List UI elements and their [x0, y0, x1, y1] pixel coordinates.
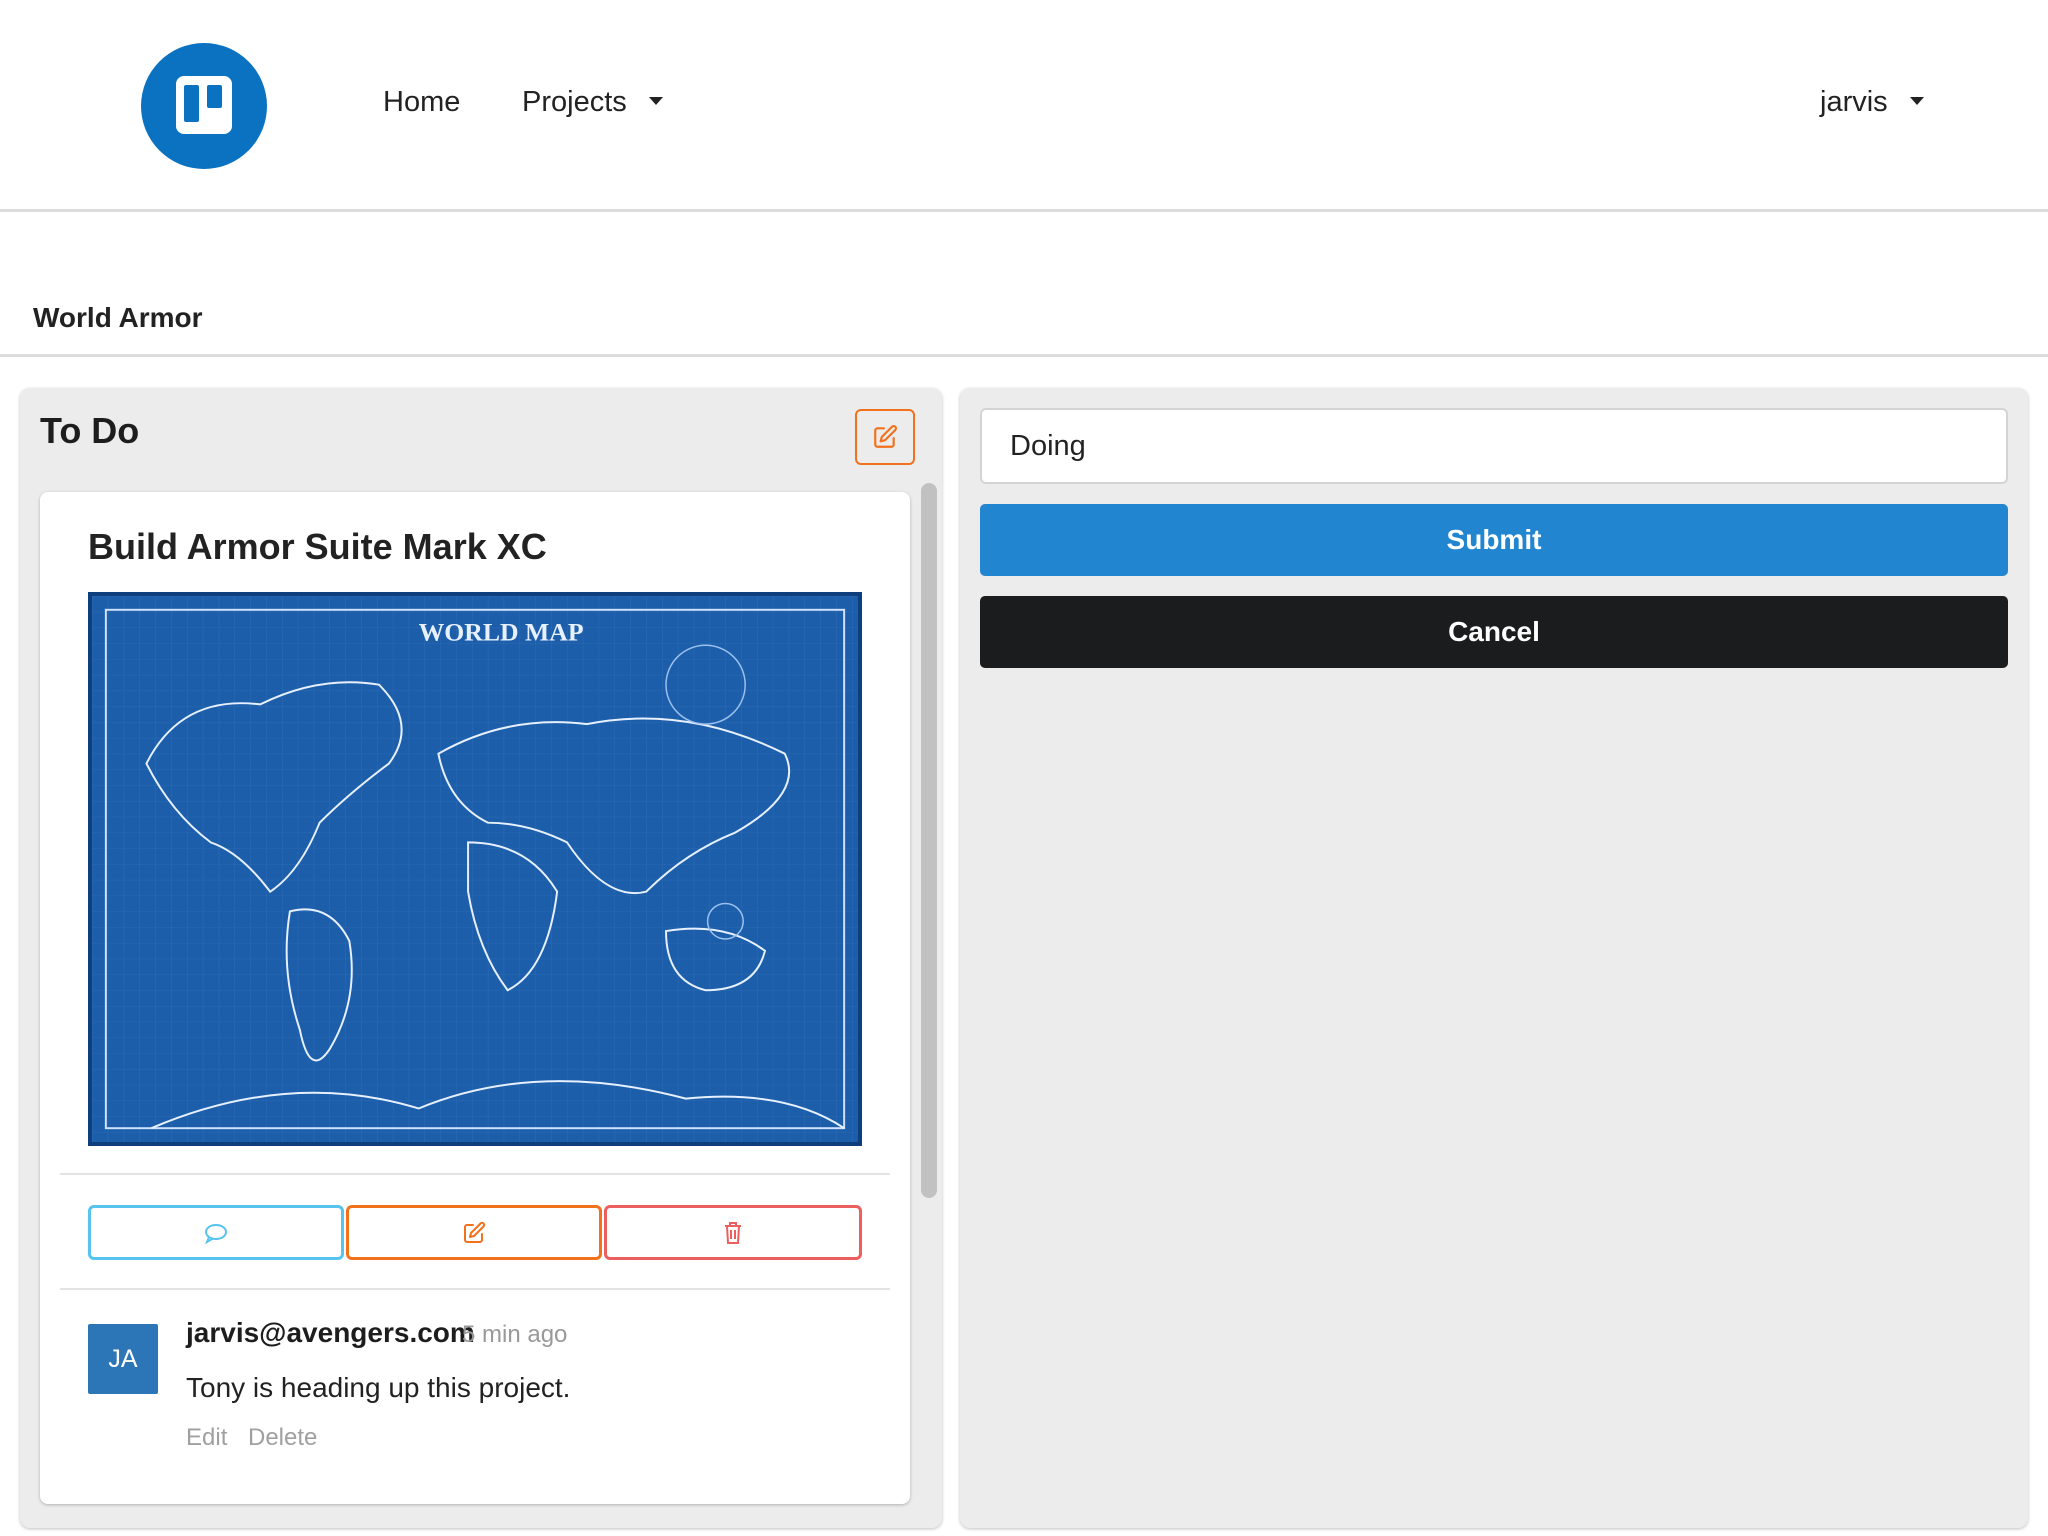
card-divider: [60, 1288, 890, 1290]
comment-edit-link[interactable]: Edit: [186, 1424, 227, 1452]
nav-home-link[interactable]: Home: [383, 86, 460, 119]
comment-timestamp: 5 min ago: [462, 1321, 568, 1348]
column-scrollbar[interactable]: [921, 483, 937, 1198]
list-name-input[interactable]: [980, 408, 2008, 484]
nav-projects-label: Projects: [522, 86, 627, 118]
title-divider: [0, 354, 2048, 357]
comment-button[interactable]: [88, 1205, 344, 1260]
map-image-text: WORLD MAP: [419, 617, 584, 646]
edit-column-button[interactable]: [855, 409, 915, 465]
avatar: JA: [88, 1324, 158, 1394]
card-divider: [60, 1173, 890, 1175]
board-title: World Armor: [33, 302, 203, 333]
blueprint-map-graphic: WORLD MAP: [92, 596, 858, 1142]
logo-board-shape: [176, 76, 232, 134]
submit-button[interactable]: Submit: [980, 504, 2008, 576]
column-title: To Do: [40, 410, 140, 451]
card-title: Build Armor Suite Mark XC: [88, 526, 547, 567]
comment-author[interactable]: jarvis@avengers.com: [186, 1317, 475, 1349]
chevron-down-icon: [648, 97, 663, 106]
trash-icon: [725, 1221, 741, 1244]
delete-card-button[interactable]: [604, 1205, 862, 1260]
chevron-down-icon: [1909, 97, 1924, 106]
comment-icon: [205, 1223, 227, 1244]
edit-card-button[interactable]: [346, 1205, 602, 1260]
user-name-label: jarvis: [1820, 86, 1888, 118]
comment-text: Tony is heading up this project.: [186, 1372, 571, 1403]
column-todo: To Do Build Armor Suite Mark XC WORLD MA…: [20, 388, 942, 1528]
blueprint-world-map-image: WORLD MAP: [88, 592, 862, 1146]
logo-column-right: [207, 85, 222, 108]
logo-column-left: [184, 85, 199, 122]
task-card[interactable]: Build Armor Suite Mark XC WORLD MAP JA j…: [40, 492, 910, 1504]
top-navbar: Home Projects jarvis: [0, 0, 2048, 212]
cancel-button[interactable]: Cancel: [980, 596, 2008, 668]
trello-logo-icon[interactable]: [141, 43, 267, 169]
column-new-list-form: Submit Cancel: [960, 388, 2028, 1528]
nav-projects-dropdown[interactable]: Projects: [522, 86, 663, 119]
user-menu-dropdown[interactable]: jarvis: [1820, 86, 1924, 119]
comment-delete-link[interactable]: Delete: [248, 1424, 317, 1452]
edit-icon: [464, 1221, 486, 1243]
edit-icon: [874, 425, 897, 448]
